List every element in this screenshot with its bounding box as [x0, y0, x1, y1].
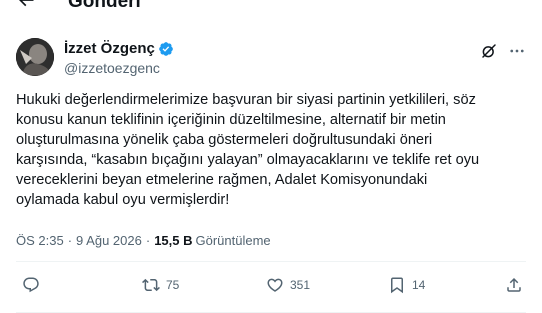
bookmark-button[interactable]: 14: [388, 276, 425, 294]
top-header: Gönderi: [0, 0, 542, 24]
tweet-time[interactable]: ÖS 2:35: [16, 233, 64, 249]
arrow-left-icon[interactable]: [16, 0, 36, 10]
avatar[interactable]: [16, 38, 54, 76]
display-name[interactable]: İzzet Özgenç: [64, 40, 155, 58]
like-count: 351: [290, 278, 311, 292]
reply-button[interactable]: [22, 276, 46, 294]
divider: [16, 261, 526, 262]
reply-icon: [23, 277, 39, 293]
author-names: İzzet Özgenç @izzetoezgenc: [64, 40, 174, 77]
retweet-count: 75: [166, 278, 180, 292]
display-name-line: İzzet Özgenç: [64, 40, 174, 58]
tweet-date[interactable]: 9 Ağu 2026: [76, 233, 142, 249]
page-title: Gönderi: [68, 0, 141, 12]
bookmark-count: 14: [412, 278, 426, 292]
more-options-icon[interactable]: [508, 42, 526, 60]
author-row: İzzet Özgenç @izzetoezgenc: [16, 38, 526, 78]
verified-badge-icon[interactable]: [158, 41, 174, 57]
retweet-icon: [142, 278, 160, 292]
like-button[interactable]: 351: [266, 276, 310, 294]
heart-icon: [267, 278, 283, 292]
tweet-meta: ÖS 2:35 · 9 Ağu 2026 · 15,5 B Görüntülem…: [16, 233, 271, 249]
bookmark-icon: [391, 277, 403, 294]
tweet-text: Hukuki değerlendirmelerimize başvuran bi…: [16, 92, 480, 208]
retweet-button[interactable]: 75: [142, 276, 179, 294]
meta-separator: ·: [67, 233, 73, 248]
share-button[interactable]: [505, 276, 529, 294]
share-icon: [507, 277, 521, 292]
avatar-image: [16, 38, 54, 76]
views-label: Görüntüleme: [195, 233, 271, 248]
user-handle[interactable]: @izzetoezgenc: [64, 59, 174, 77]
grok-icon[interactable]: [480, 42, 498, 60]
action-bar: 75 351 14: [0, 272, 542, 302]
views-count: 15,5 B: [154, 233, 193, 248]
meta-separator: ·: [145, 233, 151, 248]
